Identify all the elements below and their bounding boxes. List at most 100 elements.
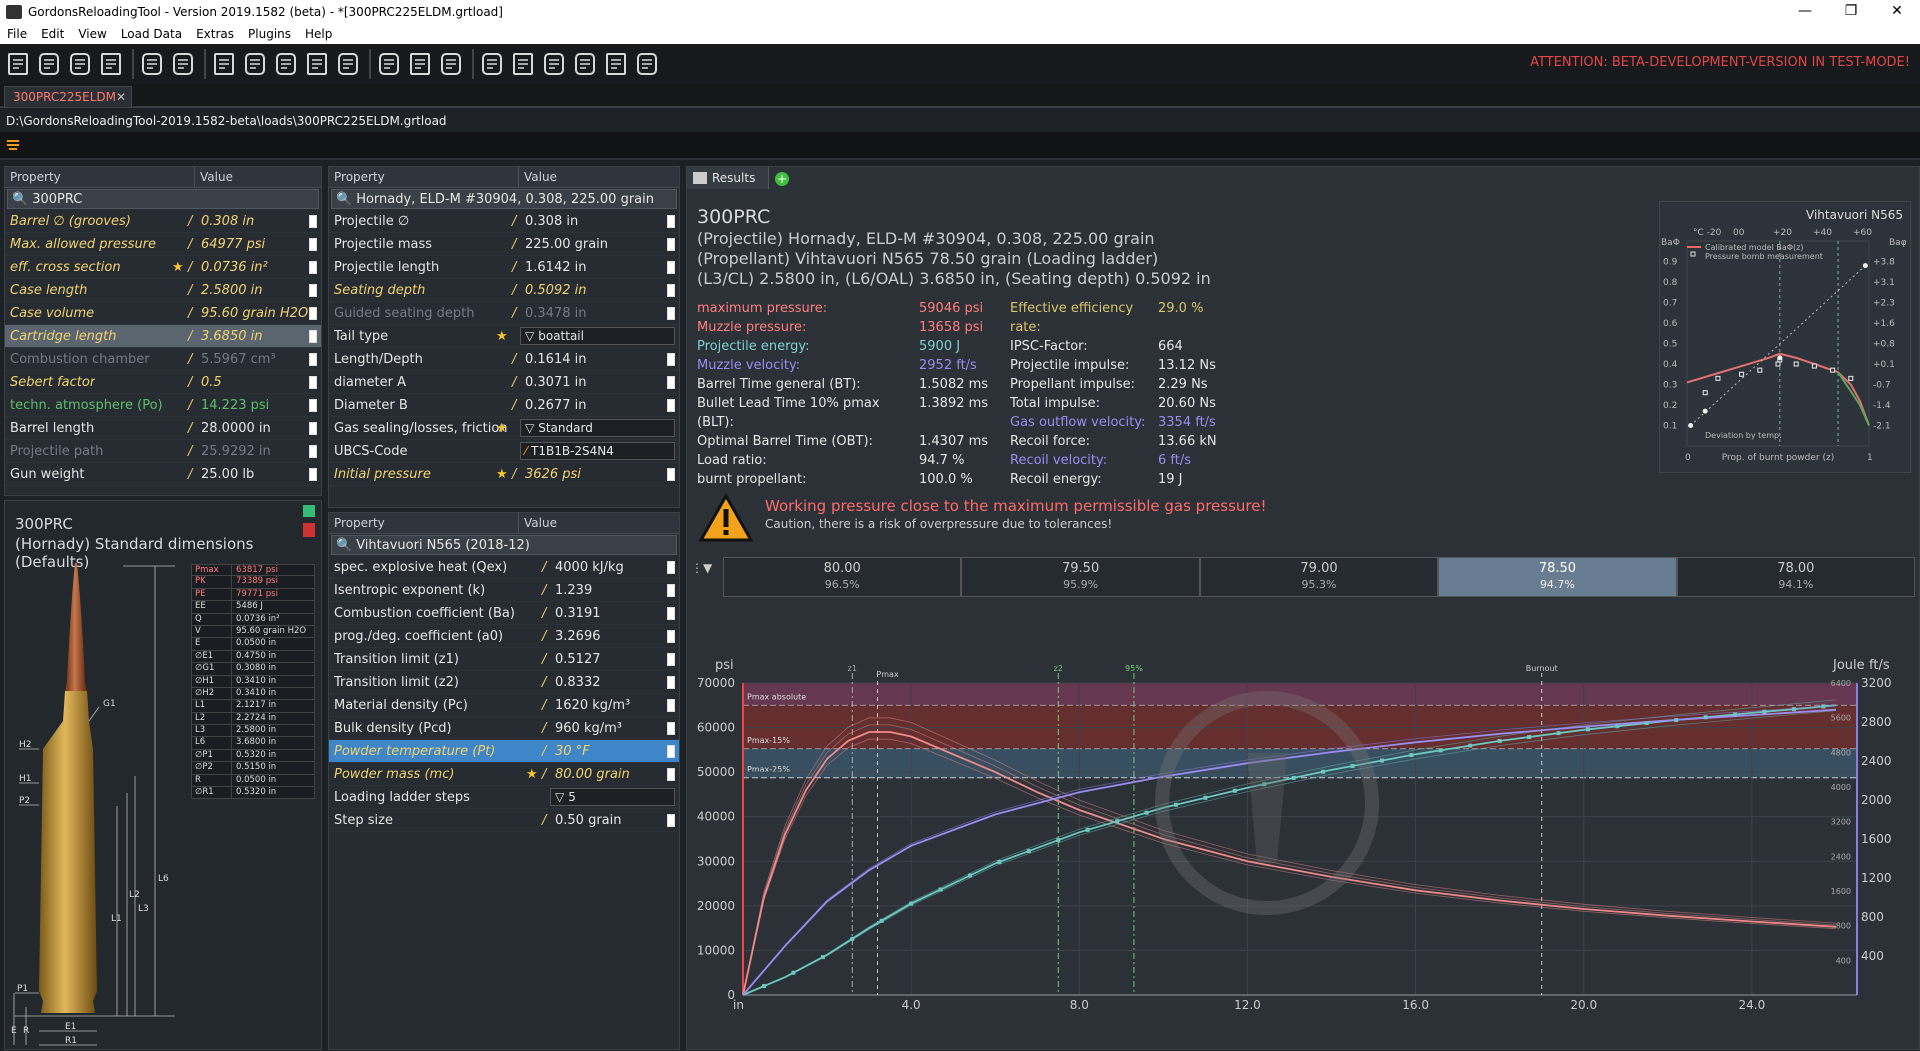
projectile-row[interactable]: Seating depth / 0.5092 in xyxy=(329,279,679,302)
property-value[interactable]: 80.00 grain xyxy=(555,767,630,782)
ladder-step[interactable]: 80.00 96.5% xyxy=(723,557,962,597)
edit-icon[interactable] xyxy=(667,214,675,228)
property-value[interactable]: 0.1614 in xyxy=(525,352,586,367)
calculate-icon[interactable] xyxy=(6,139,20,151)
cartridge-row[interactable]: techn. atmosphere (Po) / 14.223 psi xyxy=(5,394,321,417)
projectile-row[interactable]: Projectile ∅ / 0.308 in xyxy=(329,210,679,233)
ladder-menu-icon[interactable]: ⋮▼ xyxy=(691,561,721,593)
edit-icon[interactable] xyxy=(667,813,675,827)
property-value[interactable]: 0.5 xyxy=(201,375,222,390)
edit-icon[interactable] xyxy=(667,767,675,781)
property-value[interactable]: 2.5800 in xyxy=(201,283,262,298)
edit-icon[interactable] xyxy=(309,421,317,435)
projectile-selector[interactable]: 🔍 Hornady, ELD-M #30904, 0.308, 225.00 g… xyxy=(331,189,677,209)
property-value[interactable]: 3626 psi xyxy=(525,467,581,482)
open-icon[interactable] xyxy=(35,49,62,79)
edit-icon[interactable] xyxy=(667,398,675,412)
chrono-icon[interactable] xyxy=(571,49,598,79)
cartridge-row[interactable]: Barrel length / 28.0000 in xyxy=(5,417,321,440)
report-icon[interactable] xyxy=(272,49,299,79)
edit-icon[interactable] xyxy=(309,260,317,274)
edit-icon[interactable] xyxy=(309,329,317,343)
new-file-icon[interactable] xyxy=(4,49,31,79)
property-value[interactable]: 0.5127 xyxy=(555,652,601,667)
scope-icon[interactable] xyxy=(602,49,629,79)
property-value[interactable]: 25.9292 in xyxy=(201,444,271,459)
property-value[interactable]: 0.8332 xyxy=(555,675,601,690)
results-tab[interactable]: Results xyxy=(687,167,769,189)
property-dropdown[interactable]: ▽ Standard xyxy=(520,419,675,437)
propellant-row[interactable]: Loading ladder steps ▽ 5 xyxy=(329,786,679,809)
property-value[interactable]: 28.0000 in xyxy=(201,421,271,436)
propellant-row[interactable]: Transition limit (z1) / 0.5127 xyxy=(329,648,679,671)
projectile-row[interactable]: UBCS-Code ⁄ T1B1B-2S4N4 xyxy=(329,440,679,463)
property-dropdown[interactable]: ▽ boattail xyxy=(520,327,675,345)
propellant-row[interactable]: Transition limit (z2) / 0.8332 xyxy=(329,671,679,694)
ladder-step[interactable]: 79.00 95.3% xyxy=(1199,557,1439,597)
weather-icon[interactable] xyxy=(509,49,536,79)
calculator-icon[interactable] xyxy=(437,49,464,79)
property-value[interactable]: 960 kg/m³ xyxy=(555,721,622,736)
edit-icon[interactable] xyxy=(667,744,675,758)
ladder-step[interactable]: 78.00 94.1% xyxy=(1676,557,1916,597)
edit-icon[interactable] xyxy=(667,675,675,689)
pdf-icon[interactable] xyxy=(303,523,315,537)
projectile-row[interactable]: Gas sealing/losses, friction ★ ▽ Standard xyxy=(329,417,679,440)
property-value[interactable]: 14.223 psi xyxy=(201,398,269,413)
minimize-button[interactable]: — xyxy=(1782,0,1828,24)
projectile-row[interactable]: Projectile mass / 225.00 grain xyxy=(329,233,679,256)
save-icon[interactable] xyxy=(66,49,93,79)
cartridge-row[interactable]: Case length / 2.5800 in xyxy=(5,279,321,302)
property-value[interactable]: 225.00 grain xyxy=(525,237,608,252)
projectile-row[interactable]: Initial pressure ★/ 3626 psi xyxy=(329,463,679,486)
edit-icon[interactable] xyxy=(309,467,317,481)
menu-plugins[interactable]: Plugins xyxy=(241,27,298,41)
cartridge-row[interactable]: Barrel ∅ (grooves) / 0.308 in xyxy=(5,210,321,233)
edit-icon[interactable] xyxy=(667,375,675,389)
propellant-selector[interactable]: 🔍 Vihtavuori N565 (2018-12) xyxy=(331,535,677,555)
menu-edit[interactable]: Edit xyxy=(34,27,71,41)
cartridge-row[interactable]: Gun weight / 25.00 lb xyxy=(5,463,321,486)
projectile-row[interactable]: Tail type ★ ▽ boattail xyxy=(329,325,679,348)
print-preview-icon[interactable] xyxy=(169,49,196,79)
property-value[interactable]: 1620 kg/m³ xyxy=(555,698,630,713)
menu-extras[interactable]: Extras xyxy=(189,27,241,41)
close-tab-icon[interactable]: ✕ xyxy=(116,90,126,104)
cartridge-row[interactable]: eff. cross section ★/ 0.0736 in² xyxy=(5,256,321,279)
property-value[interactable]: 3.2696 xyxy=(555,629,601,644)
property-value[interactable]: 0.5092 in xyxy=(525,283,586,298)
property-value[interactable]: 0.50 grain xyxy=(555,813,622,828)
property-value[interactable]: 0.2677 in xyxy=(525,398,586,413)
edit-icon[interactable] xyxy=(309,398,317,412)
edit-icon[interactable] xyxy=(309,444,317,458)
cartridge-row[interactable]: Sebert factor / 0.5 xyxy=(5,371,321,394)
property-value[interactable]: 1.239 xyxy=(555,583,592,598)
edit-icon[interactable] xyxy=(667,721,675,735)
property-value[interactable]: 0.308 in xyxy=(201,214,254,229)
projectile-row[interactable]: diameter A / 0.3071 in xyxy=(329,371,679,394)
menu-view[interactable]: View xyxy=(71,27,113,41)
property-value[interactable]: 64977 psi xyxy=(201,237,265,252)
excel-icon[interactable] xyxy=(303,505,315,517)
edit-icon[interactable] xyxy=(667,629,675,643)
close-button[interactable]: ✕ xyxy=(1874,0,1920,24)
edit-icon[interactable] xyxy=(309,283,317,297)
property-value[interactable]: 1.6142 in xyxy=(525,260,586,275)
propellant-row[interactable]: prog./deg. coefficient (a0) / 3.2696 xyxy=(329,625,679,648)
property-value[interactable]: 0.0736 in² xyxy=(201,260,268,275)
edit-icon[interactable] xyxy=(667,467,675,481)
propellant-row[interactable]: Bulk density (Pcd) / 960 kg/m³ xyxy=(329,717,679,740)
grid-icon[interactable] xyxy=(478,49,505,79)
list-icon[interactable] xyxy=(303,49,330,79)
cartridge-row[interactable]: Cartridge length / 3.6850 in xyxy=(5,325,321,348)
edit-icon[interactable] xyxy=(667,652,675,666)
cartridge-row[interactable]: Projectile path / 25.9292 in xyxy=(5,440,321,463)
cartridge-row[interactable]: Max. allowed pressure / 64977 psi xyxy=(5,233,321,256)
cartridge-icon[interactable] xyxy=(334,49,361,79)
property-value[interactable]: 0.3478 in xyxy=(525,306,586,321)
cartridge-row[interactable]: Combustion chamber / 5.5967 cm³ xyxy=(5,348,321,371)
reload-icon[interactable] xyxy=(97,49,124,79)
propellant-row[interactable]: Step size / 0.50 grain xyxy=(329,809,679,832)
edit-icon[interactable] xyxy=(309,306,317,320)
add-tab-icon[interactable]: + xyxy=(775,172,789,186)
